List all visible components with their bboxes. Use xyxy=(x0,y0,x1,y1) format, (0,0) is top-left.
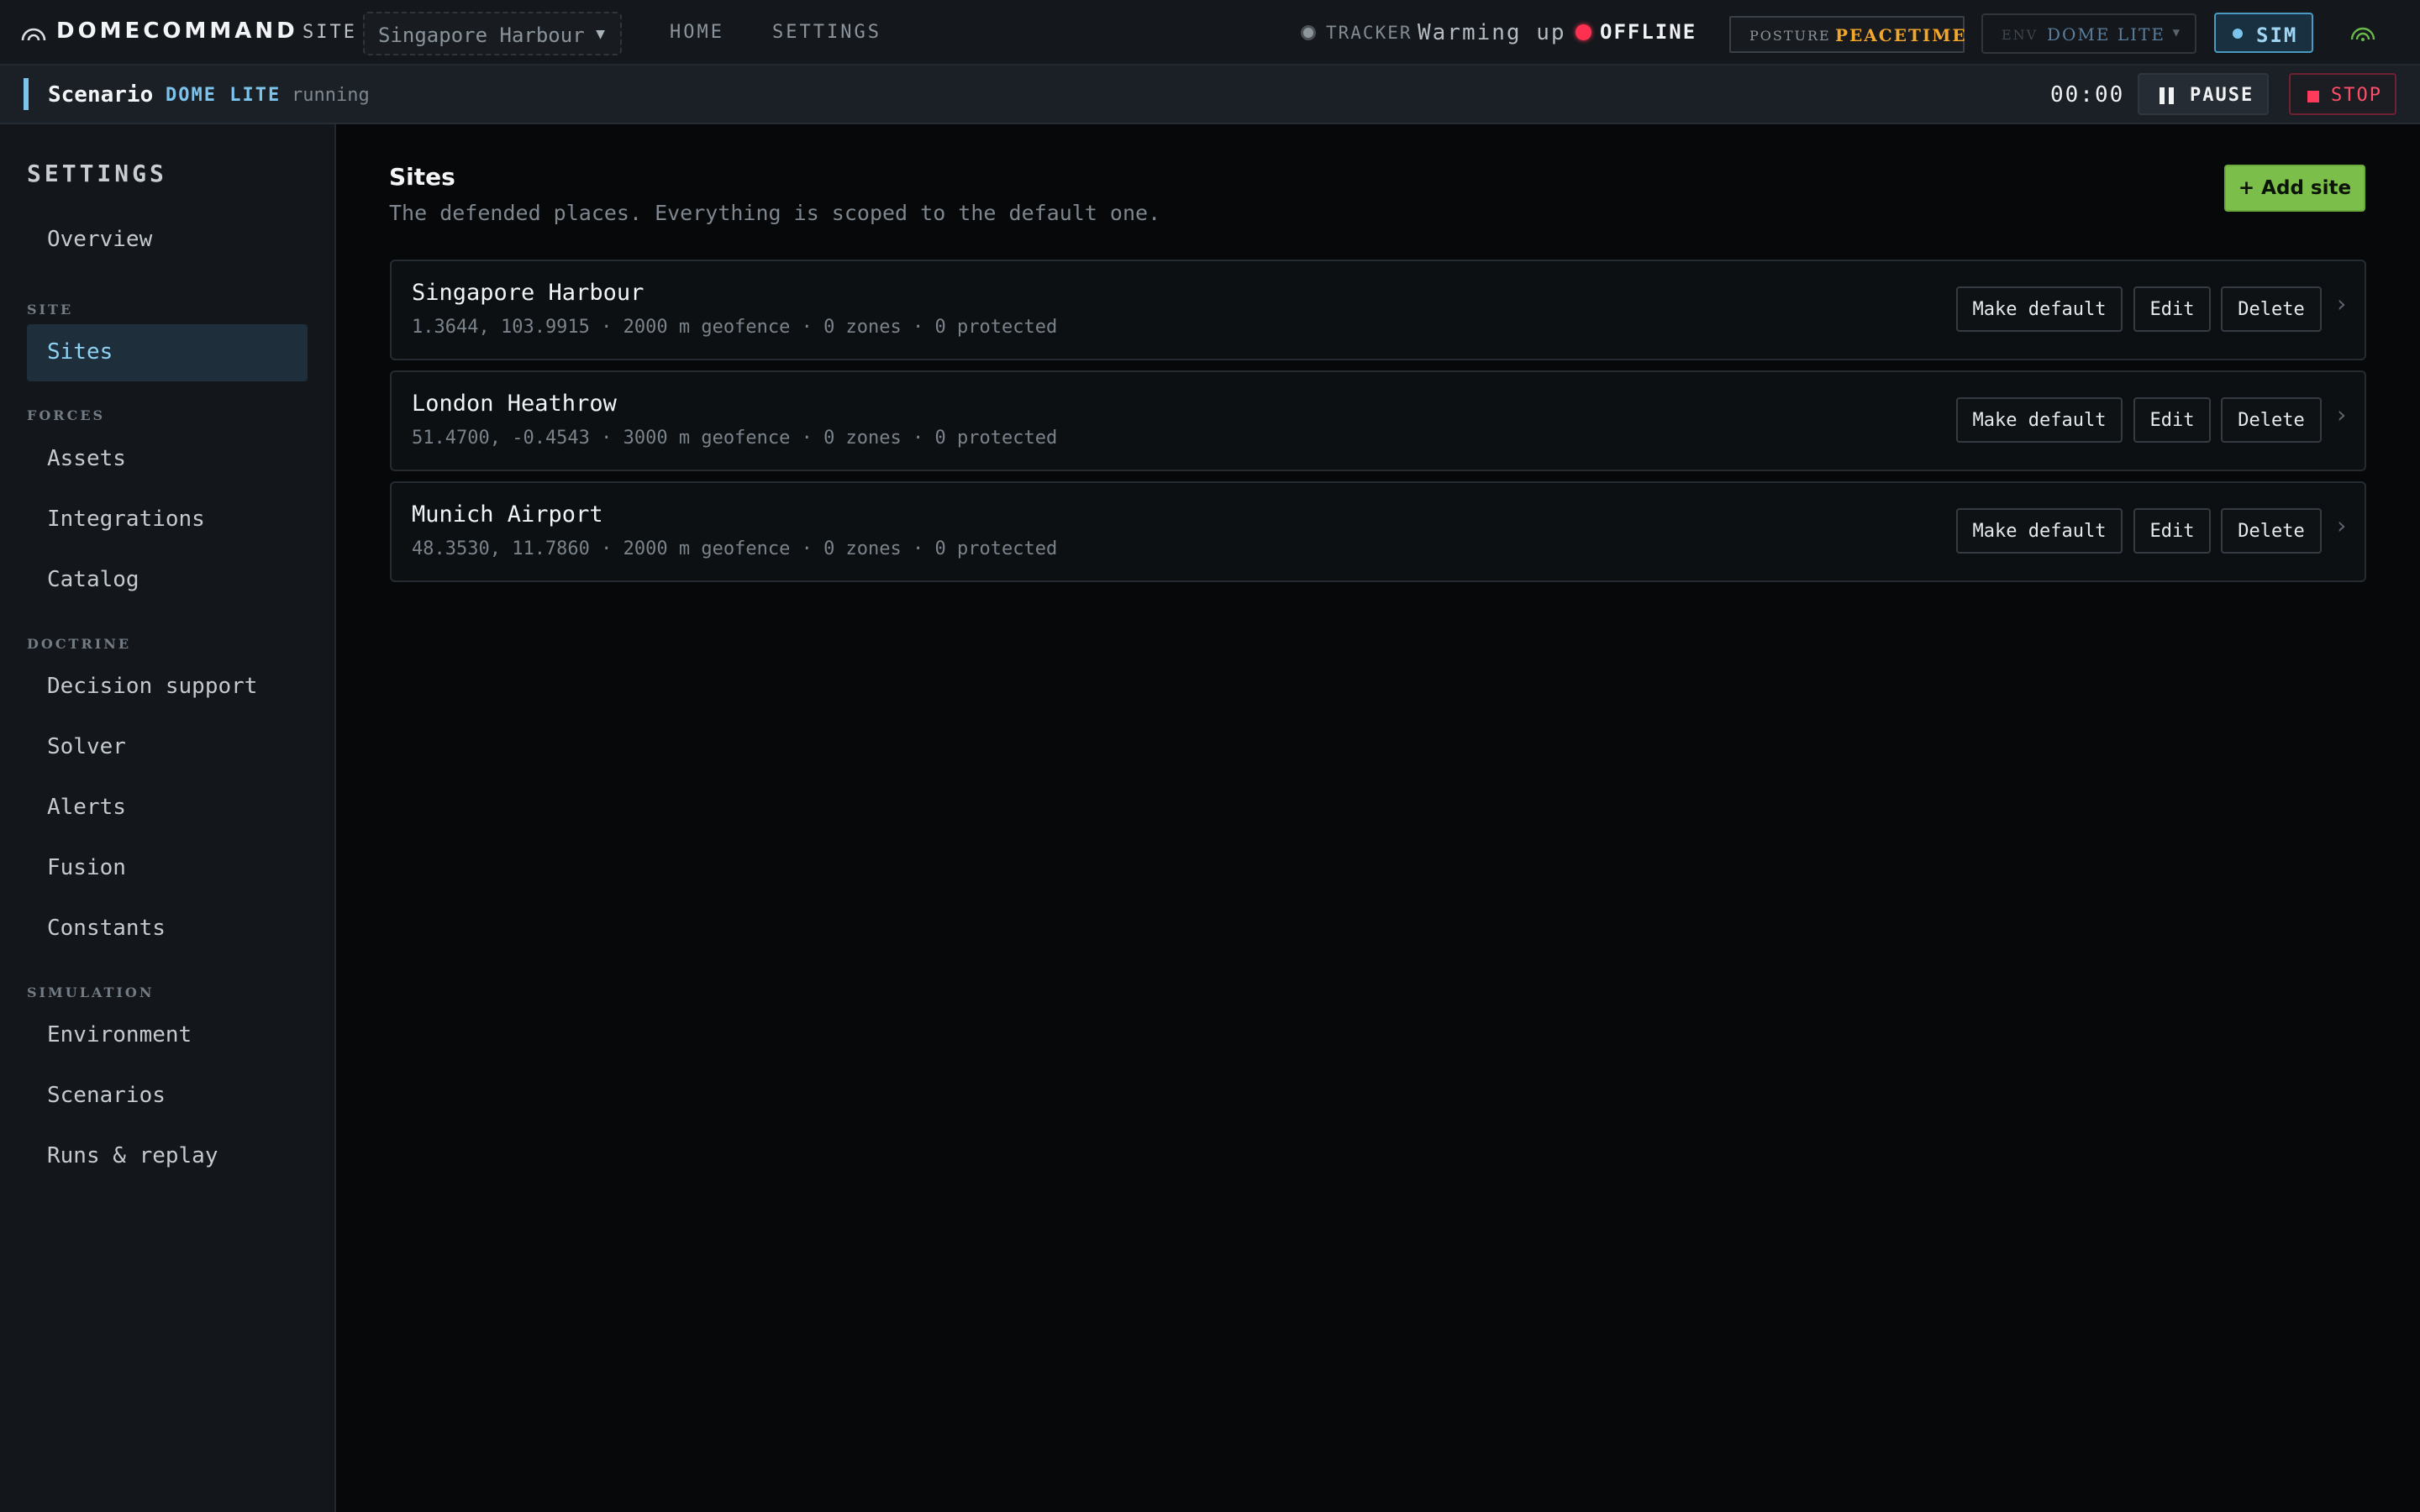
sidebar-group-simulation: SIMULATION xyxy=(27,984,155,1000)
site-name: Munich Airport xyxy=(412,501,603,528)
sidebar-item-scenarios[interactable]: Scenarios xyxy=(27,1068,308,1125)
page-title: Sites xyxy=(389,163,455,191)
site-label: SITE xyxy=(302,22,357,43)
site-name: Singapore Harbour xyxy=(412,280,644,306)
tracker-status-icon xyxy=(1301,25,1316,40)
pause-icon xyxy=(2160,87,2176,104)
stop-button[interactable]: STOP xyxy=(2289,73,2396,115)
scenario-env: DOME LITE xyxy=(166,85,281,106)
chevron-down-icon: ▼ xyxy=(2172,26,2180,39)
stop-icon xyxy=(2307,91,2319,102)
make-default-button[interactable]: Make default xyxy=(1956,397,2123,443)
sim-dot-icon xyxy=(2233,29,2243,39)
posture-indicator[interactable]: POSTURE PEACETIME xyxy=(1729,16,1965,53)
sidebar-item-decision-support[interactable]: Decision support xyxy=(27,659,308,716)
tracker-status: Warming up xyxy=(1418,20,1566,45)
sidebar-item-sites[interactable]: Sites xyxy=(27,324,308,381)
chevron-right-icon[interactable]: › xyxy=(2334,401,2349,428)
pause-label: PAUSE xyxy=(2190,85,2254,106)
nav-home[interactable]: HOME xyxy=(670,22,724,43)
sim-mode-button[interactable]: SIM xyxy=(2214,13,2313,53)
sidebar-item-constants[interactable]: Constants xyxy=(27,900,308,958)
nav-settings[interactable]: SETTINGS xyxy=(772,22,881,43)
sidebar-item-runs-replay[interactable]: Runs & replay xyxy=(27,1128,308,1185)
signal-icon[interactable] xyxy=(2349,21,2376,43)
env-value: DOME LITE xyxy=(2047,24,2165,45)
scenario-state: running xyxy=(292,85,370,106)
sidebar-item-assets[interactable]: Assets xyxy=(27,431,308,488)
site-meta: 48.3530, 11.7860 · 2000 m geofence · 0 z… xyxy=(412,538,1058,559)
scenario-timer: 00:00 xyxy=(2050,82,2125,108)
sim-label: SIM xyxy=(2256,24,2298,47)
edit-button[interactable]: Edit xyxy=(2133,286,2211,332)
sidebar-item-solver[interactable]: Solver xyxy=(27,719,308,776)
sidebar-item-catalog[interactable]: Catalog xyxy=(27,552,308,609)
posture-value: PEACETIME xyxy=(1835,25,1967,45)
settings-sidebar: SETTINGS Overview SITE Sites FORCES Asse… xyxy=(0,124,336,1512)
sidebar-group-forces: FORCES xyxy=(27,407,106,423)
delete-button[interactable]: Delete xyxy=(2221,397,2322,443)
scenario-accent xyxy=(24,78,29,110)
app-name: DOMECOMMAND xyxy=(56,18,298,44)
make-default-button[interactable]: Make default xyxy=(1956,286,2123,332)
site-select-value: Singapore Harbour xyxy=(378,24,585,47)
edit-button[interactable]: Edit xyxy=(2133,508,2211,554)
stop-label: STOP xyxy=(2331,85,2382,106)
site-meta: 51.4700, -0.4543 · 3000 m geofence · 0 z… xyxy=(412,428,1058,449)
connection-status: OFFLINE xyxy=(1600,20,1697,44)
sidebar-item-overview[interactable]: Overview xyxy=(27,212,308,269)
scenario-bar: Scenario DOME LITE running 00:00 PAUSE S… xyxy=(0,66,2420,124)
posture-label: POSTURE xyxy=(1749,28,1831,44)
sidebar-item-alerts[interactable]: Alerts xyxy=(27,780,308,837)
site-row[interactable]: Munich Airport 48.3530, 11.7860 · 2000 m… xyxy=(390,481,2366,582)
top-bar: DOMECOMMAND SITE Singapore Harbour ▼ HOM… xyxy=(0,0,2420,66)
dome-logo-icon xyxy=(21,28,46,41)
sidebar-group-site: SITE xyxy=(27,302,74,318)
sidebar-group-doctrine: DOCTRINE xyxy=(27,636,132,652)
chevron-down-icon: ▼ xyxy=(596,25,605,43)
tracker-label: TRACKER xyxy=(1326,23,1413,43)
sidebar-item-fusion[interactable]: Fusion xyxy=(27,840,308,897)
edit-button[interactable]: Edit xyxy=(2133,397,2211,443)
chevron-right-icon[interactable]: › xyxy=(2334,512,2349,539)
site-meta: 1.3644, 103.9915 · 2000 m geofence · 0 z… xyxy=(412,317,1058,338)
env-select[interactable]: ENV DOME LITE ▼ xyxy=(1981,13,2196,54)
chevron-right-icon[interactable]: › xyxy=(2334,290,2349,318)
site-name: London Heathrow xyxy=(412,391,617,417)
sidebar-item-integrations[interactable]: Integrations xyxy=(27,491,308,549)
sidebar-title: SETTINGS xyxy=(27,160,167,187)
site-row[interactable]: Singapore Harbour 1.3644, 103.9915 · 200… xyxy=(390,260,2366,360)
add-site-button[interactable]: + Add site xyxy=(2224,165,2365,212)
site-row[interactable]: London Heathrow 51.4700, -0.4543 · 3000 … xyxy=(390,370,2366,471)
delete-button[interactable]: Delete xyxy=(2221,508,2322,554)
offline-status-icon xyxy=(1576,24,1591,40)
sidebar-item-environment[interactable]: Environment xyxy=(27,1007,308,1064)
page-subtitle: The defended places. Everything is scope… xyxy=(389,201,1161,225)
env-label: ENV xyxy=(2002,27,2039,43)
make-default-button[interactable]: Make default xyxy=(1956,508,2123,554)
delete-button[interactable]: Delete xyxy=(2221,286,2322,332)
pause-button[interactable]: PAUSE xyxy=(2138,73,2269,115)
scenario-title: Scenario xyxy=(48,82,154,108)
site-select[interactable]: Singapore Harbour ▼ xyxy=(363,12,622,55)
